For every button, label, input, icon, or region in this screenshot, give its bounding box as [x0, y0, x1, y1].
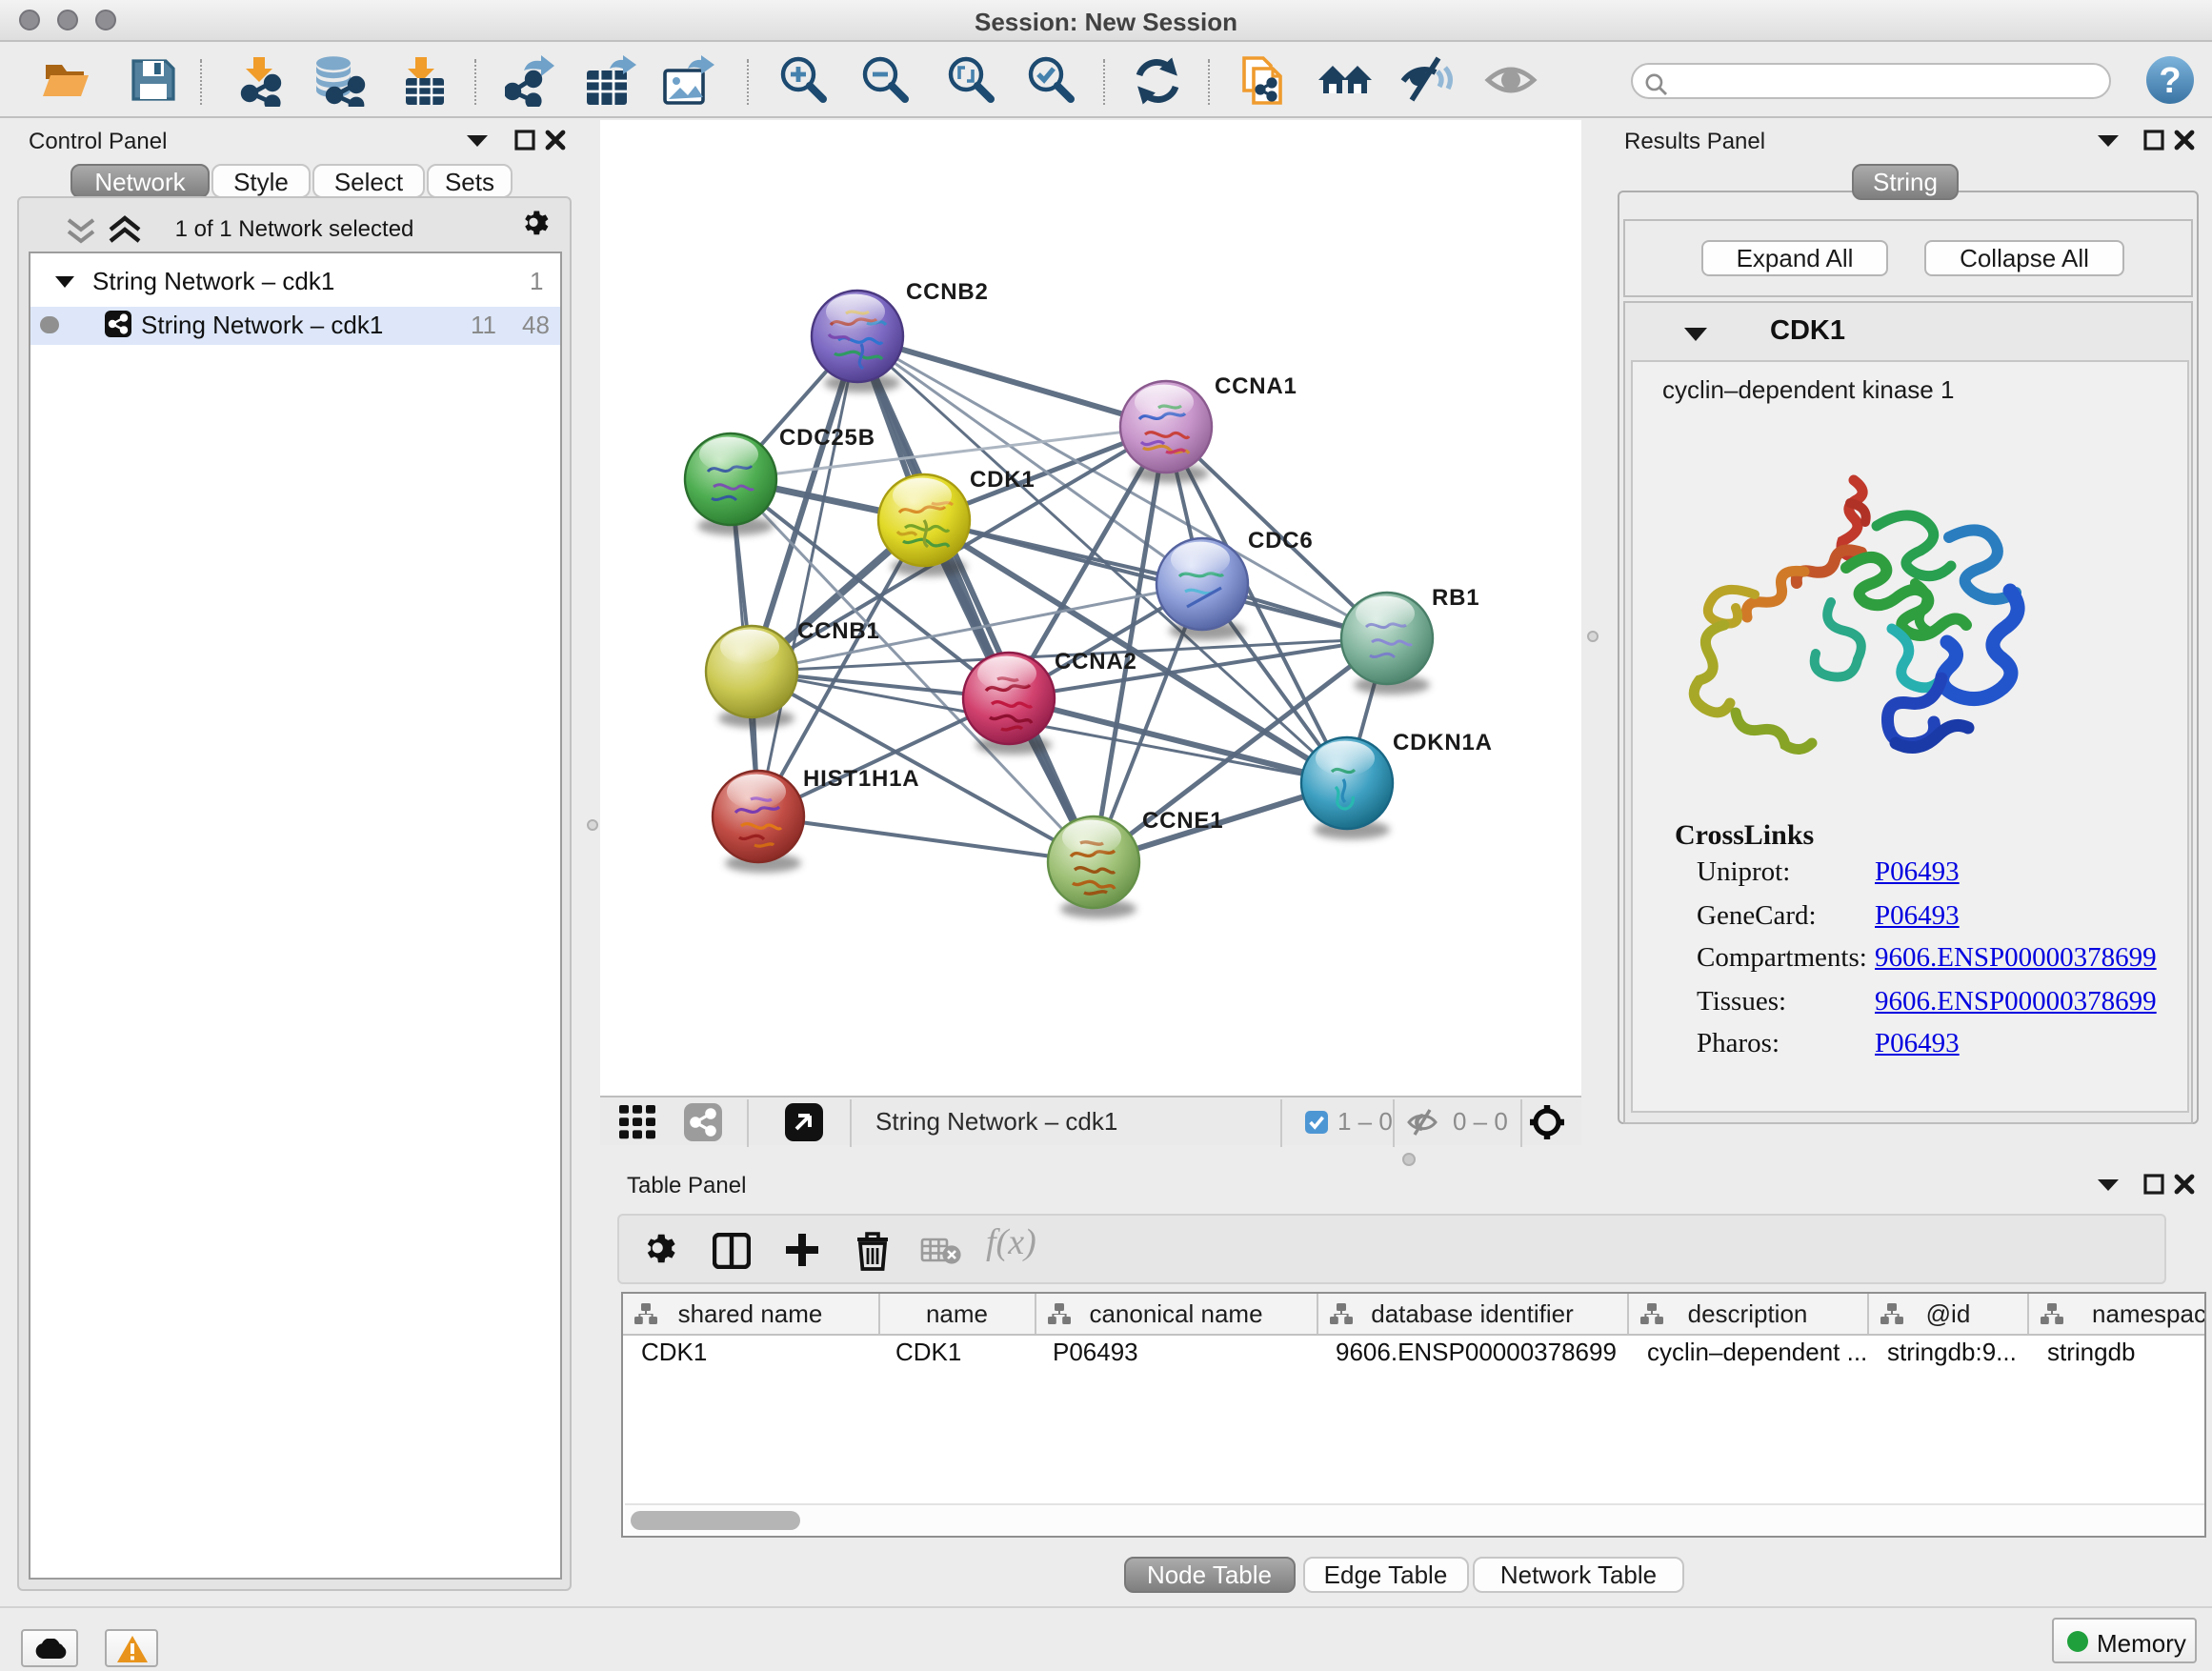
svg-text:HIST1H1A: HIST1H1A [803, 765, 919, 791]
svg-text:CCNB2: CCNB2 [906, 278, 989, 304]
svg-text:?: ? [2159, 61, 2181, 101]
svg-text:CCNE1: CCNE1 [1142, 807, 1223, 833]
svg-text:CDKN1A: CDKN1A [1393, 729, 1493, 755]
svg-text:CDC25B: CDC25B [779, 424, 875, 450]
svg-text:CCNA2: CCNA2 [1055, 648, 1137, 674]
svg-text:RB1: RB1 [1432, 584, 1479, 610]
svg-text:CCNB1: CCNB1 [797, 617, 880, 643]
svg-text:CDC6: CDC6 [1248, 527, 1314, 553]
svg-text:CCNA1: CCNA1 [1215, 372, 1297, 398]
svg-text:CDK1: CDK1 [970, 466, 1036, 492]
